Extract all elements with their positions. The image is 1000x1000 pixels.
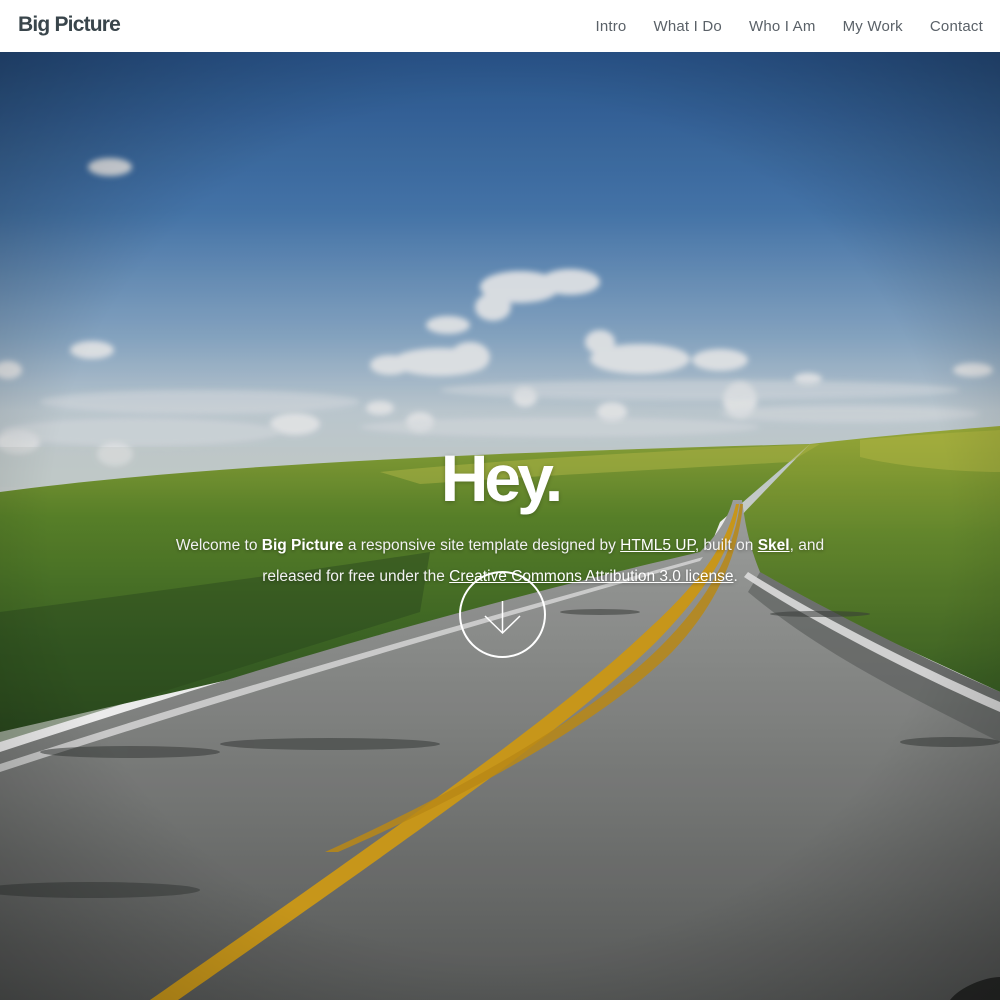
skel-link-label: Skel <box>757 537 790 554</box>
nav-item-what-i-do[interactable]: What I Do <box>653 18 722 35</box>
intro-heading: Hey. <box>440 441 564 515</box>
intro-text-part-2: a responsive site template designed by <box>343 537 621 554</box>
site-logo[interactable]: Big Picture <box>18 13 121 37</box>
nav-item-contact[interactable]: Contact <box>930 18 983 35</box>
intro-section: Hey. Welcome to Big Picture a responsive… <box>0 52 1000 1000</box>
intro-content: Hey. Welcome to Big Picture a responsive… <box>0 440 1000 592</box>
intro-text-part-3: , built on <box>694 537 758 554</box>
nav-item-who-i-am[interactable]: Who I Am <box>749 18 816 35</box>
arrow-down-icon <box>484 601 521 635</box>
skel-link[interactable]: Skel <box>758 537 790 554</box>
html5up-link[interactable]: HTML5 UP <box>620 537 695 554</box>
main-nav: Intro What I Do Who I Am My Work Contact <box>595 0 983 52</box>
nav-item-my-work[interactable]: My Work <box>843 18 903 35</box>
site-header: Big Picture Intro What I Do Who I Am My … <box>0 0 1000 52</box>
intro-brand-name: Big Picture <box>261 537 344 554</box>
intro-text-part-5: . <box>733 568 738 585</box>
scroll-down-button[interactable] <box>459 571 546 658</box>
intro-text-part-1: Welcome to <box>175 537 262 554</box>
nav-item-intro[interactable]: Intro <box>595 18 626 35</box>
